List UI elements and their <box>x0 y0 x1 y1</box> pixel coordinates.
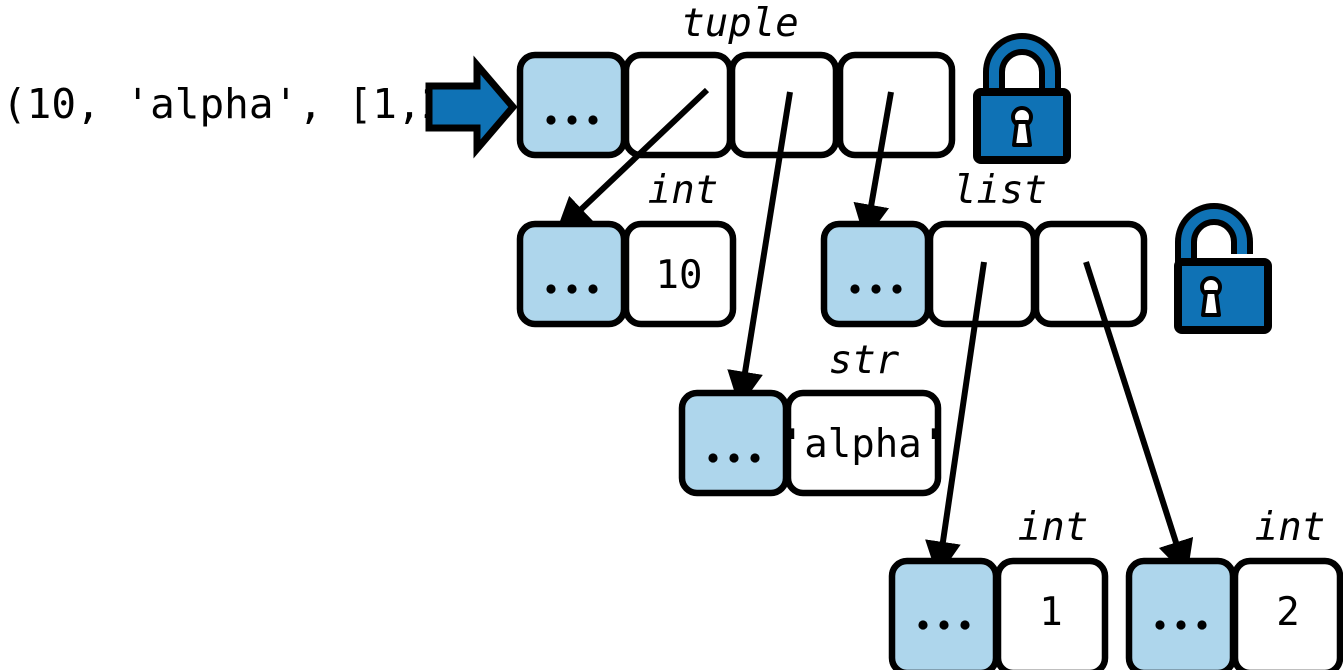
str-type-label: str <box>829 338 900 383</box>
closed-padlock-icon <box>973 33 1071 164</box>
str-value-cell[interactable]: 'alpha' <box>781 389 945 497</box>
str-object-alpha[interactable]: str 'alpha' <box>678 338 945 497</box>
list-type-label: list <box>953 168 1047 213</box>
expression-text: (10, 'alpha', [1,2]) <box>2 80 496 128</box>
list-ref-cell[interactable] <box>820 220 932 328</box>
expression-to-tuple-arrow <box>425 55 518 159</box>
tuple-ref-cell[interactable] <box>516 51 628 159</box>
int10-value-text: 10 <box>656 253 703 298</box>
int10-type-label: int <box>648 168 718 213</box>
int1-type-label: int <box>1018 505 1088 550</box>
int1-ref-cell[interactable] <box>888 557 1000 670</box>
tuple-type-label: tuple <box>681 1 798 46</box>
object-reference-diagram: (10, 'alpha', [1,2]) tuple int 10 list s… <box>2 1 1343 670</box>
int2-value-cell[interactable]: 2 <box>1231 557 1343 670</box>
int10-ref-cell[interactable] <box>516 220 628 328</box>
str-value-text: 'alpha' <box>781 422 945 467</box>
diagram-canvas: (10, 'alpha', [1,2]) tuple int 10 list s… <box>0 0 1343 670</box>
int10-value-cell[interactable]: 10 <box>622 220 737 328</box>
int-object-1[interactable]: int 1 <box>888 505 1109 670</box>
tuple-object[interactable]: tuple <box>516 1 956 159</box>
int2-value-text: 2 <box>1276 590 1299 635</box>
open-padlock-icon <box>1174 203 1272 334</box>
int-object-10[interactable]: int 10 <box>516 168 737 328</box>
int-object-2[interactable]: int 2 <box>1125 505 1343 670</box>
int1-value-text: 1 <box>1039 590 1062 635</box>
tuple-slot-0[interactable] <box>622 51 734 159</box>
str-ref-cell[interactable] <box>678 389 790 497</box>
tuple-slot-2[interactable] <box>836 51 956 159</box>
int2-type-label: int <box>1255 505 1325 550</box>
int1-value-cell[interactable]: 1 <box>994 557 1109 670</box>
int2-ref-cell[interactable] <box>1125 557 1237 670</box>
